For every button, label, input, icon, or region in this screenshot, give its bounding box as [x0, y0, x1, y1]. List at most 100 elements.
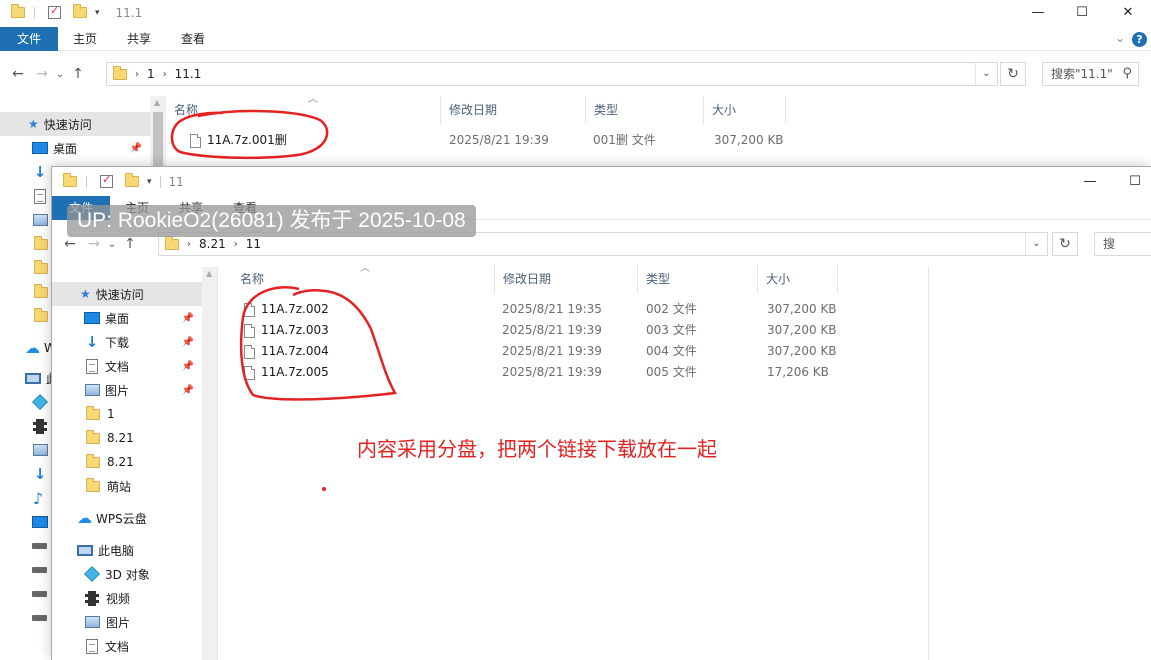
quick-access-dropdown-icon[interactable]: ▾ — [95, 8, 100, 18]
front-sidebar-scrollbar[interactable]: ▲ — [202, 267, 218, 660]
refresh-button[interactable]: ↻ — [1052, 232, 1078, 256]
folder-icon — [165, 235, 179, 250]
sidebar-item-3d-objects[interactable]: 3D 对象 — [52, 562, 202, 586]
sort-ascending-icon: ︿ — [360, 263, 370, 274]
watermark: UP: RookieO2(26081) 发布于 2025-10-08 — [67, 205, 476, 237]
address-dropdown-icon[interactable]: ⌄ — [975, 63, 997, 85]
up-arrow-icon[interactable]: ↑ — [118, 236, 142, 252]
properties-icon[interactable] — [100, 173, 113, 188]
refresh-button[interactable]: ↻ — [1000, 62, 1026, 86]
column-date[interactable]: 修改日期 — [441, 96, 586, 124]
music-icon: ♪ — [33, 488, 44, 508]
folder-icon — [11, 4, 25, 18]
star-icon: ★ — [80, 287, 91, 301]
document-icon — [34, 188, 46, 204]
back-arrow-icon[interactable]: ← — [58, 236, 82, 252]
column-type[interactable]: 类型 — [586, 96, 704, 124]
breadcrumb-item[interactable]: 1 — [147, 67, 155, 81]
up-arrow-icon[interactable]: ↑ — [66, 66, 90, 82]
folder-icon — [113, 65, 127, 80]
3d-objects-icon — [84, 566, 100, 582]
quick-access[interactable]: ★ 快速访问 — [52, 282, 202, 306]
sidebar-item-desktop[interactable]: 桌面 📌 — [52, 306, 202, 330]
search-icon: ⚲ — [1122, 66, 1132, 81]
sidebar-item-folder[interactable]: 1 — [52, 402, 202, 426]
search-input[interactable]: 搜索"11.1" ⚲ — [1042, 62, 1139, 86]
star-icon: ★ — [28, 117, 39, 131]
new-folder-icon[interactable] — [73, 4, 87, 18]
quick-access-dropdown-icon[interactable]: ▾ — [147, 177, 152, 187]
forward-arrow-icon[interactable]: → — [30, 66, 54, 82]
sidebar-item-videos[interactable]: 视频 — [52, 586, 202, 610]
sidebar-item-documents[interactable]: 文档 📌 — [52, 354, 202, 378]
red-circle-annotation — [170, 109, 329, 160]
sidebar-item-documents[interactable]: 文档 — [52, 634, 202, 658]
file-size: 307,200 KB — [767, 323, 837, 337]
annotation-text: 内容采用分盘，把两个链接下载放在一起 — [357, 437, 717, 461]
back-titlebar: ▾ 11.1 — ☐ ✕ — [0, 0, 1151, 25]
search-placeholder: 搜索"11.1" — [1051, 67, 1113, 81]
maximize-button[interactable]: ☐ — [1059, 0, 1105, 25]
sidebar-item-this-pc[interactable]: 此电脑 — [52, 538, 202, 562]
scroll-up-icon[interactable]: ▲ — [154, 98, 160, 107]
folder-icon — [86, 405, 100, 420]
properties-icon[interactable] — [48, 4, 61, 19]
folder-icon — [63, 173, 77, 187]
breadcrumb-item[interactable]: 11 — [246, 237, 261, 251]
sidebar-item-label: 萌站 — [107, 479, 132, 494]
address-dropdown-icon[interactable]: ⌄ — [1025, 233, 1047, 255]
video-icon — [85, 590, 99, 606]
sidebar-item-folder[interactable]: 8.21 — [52, 426, 202, 450]
expand-ribbon-icon[interactable]: ⌄ — [1115, 31, 1125, 45]
recent-dropdown-icon[interactable]: ⌄ — [54, 69, 66, 80]
new-folder-icon[interactable] — [125, 173, 139, 187]
minimize-button[interactable]: — — [1015, 0, 1061, 25]
breadcrumb-item[interactable]: 8.21 — [199, 237, 226, 251]
sidebar-item-label: WPS云盘 — [96, 511, 147, 526]
sidebar-item-downloads[interactable]: ↓ 下载 📌 — [52, 330, 202, 354]
search-input[interactable]: 搜索"11" — [1094, 232, 1151, 256]
desktop-icon — [32, 142, 48, 154]
forward-arrow-icon[interactable]: → — [82, 236, 106, 252]
pin-icon: 📌 — [129, 142, 142, 154]
3d-objects-icon — [32, 394, 48, 410]
scroll-thumb[interactable] — [153, 112, 163, 172]
quick-access[interactable]: ★ 快速访问 — [0, 112, 150, 136]
sidebar-item-label: 3D 对象 — [105, 567, 150, 582]
drive-icon — [32, 591, 47, 597]
drive-icon — [32, 567, 47, 573]
sidebar-item-pictures[interactable]: 图片 📌 — [52, 378, 202, 402]
minimize-button[interactable]: — — [1067, 169, 1113, 194]
column-type[interactable]: 类型 — [638, 265, 758, 293]
maximize-button[interactable]: ☐ — [1112, 169, 1151, 194]
address-bar[interactable]: › 1 › 11.1 ⌄ — [106, 62, 998, 86]
breadcrumb-item[interactable]: 11.1 — [175, 67, 202, 81]
column-size[interactable]: 大小 — [758, 265, 838, 293]
tab-share[interactable]: 共享 — [112, 27, 166, 51]
sidebar-item-wps-cloud[interactable]: ☁ WPS云盘 — [52, 506, 202, 530]
tab-home[interactable]: 主页 — [58, 27, 112, 51]
pin-icon: 📌 — [181, 336, 194, 348]
red-circle-annotation — [239, 286, 397, 401]
sidebar-item-folder[interactable]: 8.21 — [52, 450, 202, 474]
column-date[interactable]: 修改日期 — [495, 265, 638, 293]
cloud-icon: ☁ — [77, 509, 92, 527]
tab-view[interactable]: 查看 — [166, 27, 220, 51]
file-date: 2025/8/21 19:39 — [502, 344, 602, 358]
sidebar-item-folder[interactable]: 萌站 — [52, 474, 202, 498]
sidebar-item-desktop[interactable]: 桌面 📌 — [0, 136, 150, 160]
sort-ascending-icon: ︿ — [308, 94, 318, 105]
sidebar-item-label: 视频 — [106, 591, 131, 606]
folder-icon — [34, 259, 48, 274]
back-arrow-icon[interactable]: ← — [6, 66, 30, 82]
tab-file[interactable]: 文件 — [0, 26, 59, 51]
close-button[interactable]: ✕ — [1105, 0, 1151, 25]
help-icon[interactable]: ? — [1132, 32, 1147, 47]
sidebar-item-label: 图片 — [105, 383, 130, 398]
recent-dropdown-icon[interactable]: ⌄ — [106, 239, 118, 250]
scroll-up-icon[interactable]: ▲ — [206, 269, 212, 278]
column-size[interactable]: 大小 — [704, 96, 786, 124]
sidebar-item-pictures[interactable]: 图片 — [52, 610, 202, 634]
video-icon — [33, 418, 47, 434]
front-titlebar: ▾ 11 — ☐ — [52, 169, 1151, 194]
